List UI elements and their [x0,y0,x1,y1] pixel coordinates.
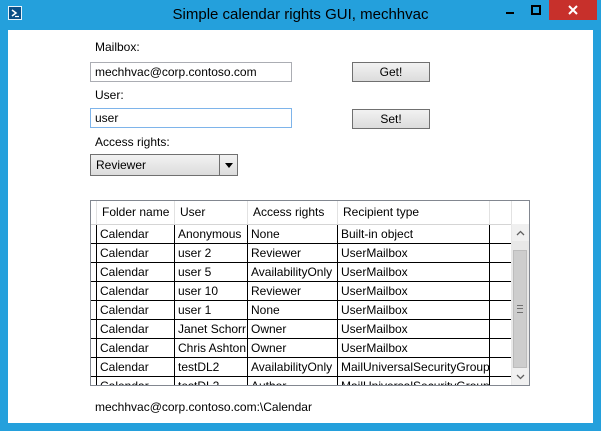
minimize-icon [506,12,514,14]
access-rights-dropdown[interactable]: Reviewer [90,154,238,176]
chevron-up-icon [516,230,525,235]
cell-recipient-type[interactable]: UserMailbox [338,339,490,358]
cell-user[interactable]: Chris Ashton [175,339,248,358]
filler-cell [490,301,512,320]
cell-user[interactable]: Janet Schorr [175,320,248,339]
cell-folder-name[interactable]: Calendar [97,244,175,263]
cell-user[interactable]: Anonymous [175,225,248,244]
cell-folder-name[interactable]: Calendar [97,263,175,282]
cell-user[interactable]: testDL2 [175,377,248,385]
cell-folder-name[interactable]: Calendar [97,358,175,377]
filler-cell [490,377,512,385]
table-row[interactable]: Calendar testDL2 Author MailUniversalSec… [91,377,512,385]
user-input[interactable]: user [90,108,292,128]
grid-body: Calendar Anonymous None Built-in object … [91,225,512,385]
column-header-user[interactable]: User [175,201,248,224]
column-header-filler [490,201,512,224]
set-button[interactable]: Set! [352,109,430,129]
cell-recipient-type[interactable]: UserMailbox [338,301,490,320]
chevron-down-icon[interactable] [219,155,237,175]
client-area: Mailbox: mechhvac@corp.contoso.com Get! … [8,30,593,423]
cell-access-rights[interactable]: Owner [248,339,338,358]
table-row[interactable]: Calendar Anonymous None Built-in object [91,225,512,244]
cell-folder-name[interactable]: Calendar [97,339,175,358]
cell-folder-name[interactable]: Calendar [97,282,175,301]
filler-cell [490,320,512,339]
table-row[interactable]: Calendar user 2 Reviewer UserMailbox [91,244,512,263]
cell-folder-name[interactable]: Calendar [97,225,175,244]
grid-header: Folder name User Access rights Recipient… [91,201,512,225]
maximize-icon [531,5,541,15]
mailbox-label: Mailbox: [95,40,140,54]
cell-access-rights[interactable]: None [248,225,338,244]
cell-user[interactable]: user 2 [175,244,248,263]
status-path: mechhvac@corp.contoso.com:\Calendar [95,400,312,414]
maximize-button[interactable] [523,0,549,20]
filler-cell [490,225,512,244]
cell-access-rights[interactable]: Owner [248,320,338,339]
filler-cell [490,263,512,282]
cell-folder-name[interactable]: Calendar [97,320,175,339]
user-label: User: [95,88,124,102]
mailbox-input[interactable]: mechhvac@corp.contoso.com [90,62,292,82]
filler-cell [490,282,512,301]
title-bar[interactable]: Simple calendar rights GUI, mechhvac [0,0,601,30]
cell-folder-name[interactable]: Calendar [97,301,175,320]
filler-cell [490,244,512,263]
scroll-thumb[interactable] [513,250,527,368]
get-button[interactable]: Get! [352,62,430,82]
column-header-folder-name[interactable]: Folder name [97,201,175,224]
cell-access-rights[interactable]: AvailabilityOnly [248,263,338,282]
cell-access-rights[interactable]: Reviewer [248,282,338,301]
cell-user[interactable]: user 5 [175,263,248,282]
filler-cell [490,339,512,358]
chevron-down-icon [516,374,525,379]
access-rights-value: Reviewer [96,158,147,172]
column-header-access-rights[interactable]: Access rights [248,201,338,224]
cell-access-rights[interactable]: Reviewer [248,244,338,263]
cell-access-rights[interactable]: AvailabilityOnly [248,358,338,377]
table-row[interactable]: Calendar Janet Schorr Owner UserMailbox [91,320,512,339]
cell-access-rights[interactable]: Author [248,377,338,385]
cell-user[interactable]: testDL2 [175,358,248,377]
cell-recipient-type[interactable]: MailUniversalSecurityGroup [338,358,490,377]
cell-recipient-type[interactable]: MailUniversalSecurityGroup [338,377,490,385]
cell-user[interactable]: user 10 [175,282,248,301]
table-row[interactable]: Calendar user 5 AvailabilityOnly UserMai… [91,263,512,282]
table-row[interactable]: Calendar user 10 Reviewer UserMailbox [91,282,512,301]
close-icon [568,5,578,15]
cell-recipient-type[interactable]: Built-in object [338,225,490,244]
table-row[interactable]: Calendar testDL2 AvailabilityOnly MailUn… [91,358,512,377]
cell-user[interactable]: user 1 [175,301,248,320]
vertical-scrollbar[interactable] [511,224,529,385]
close-button[interactable] [549,0,597,20]
cell-recipient-type[interactable]: UserMailbox [338,263,490,282]
table-row[interactable]: Calendar Chris Ashton Owner UserMailbox [91,339,512,358]
app-window: Simple calendar rights GUI, mechhvac Mai… [0,0,601,431]
table-row[interactable]: Calendar user 1 None UserMailbox [91,301,512,320]
minimize-button[interactable] [497,0,523,20]
cell-recipient-type[interactable]: UserMailbox [338,282,490,301]
access-rights-label: Access rights: [95,135,170,149]
filler-cell [490,358,512,377]
cell-recipient-type[interactable]: UserMailbox [338,320,490,339]
scroll-down-button[interactable] [512,368,529,385]
column-header-recipient-type[interactable]: Recipient type [338,201,490,224]
cell-access-rights[interactable]: None [248,301,338,320]
scroll-up-button[interactable] [512,224,529,241]
grip-icon [517,305,523,313]
cell-folder-name[interactable]: Calendar [97,377,175,385]
cell-recipient-type[interactable]: UserMailbox [338,244,490,263]
permissions-grid[interactable]: Folder name User Access rights Recipient… [90,200,530,386]
